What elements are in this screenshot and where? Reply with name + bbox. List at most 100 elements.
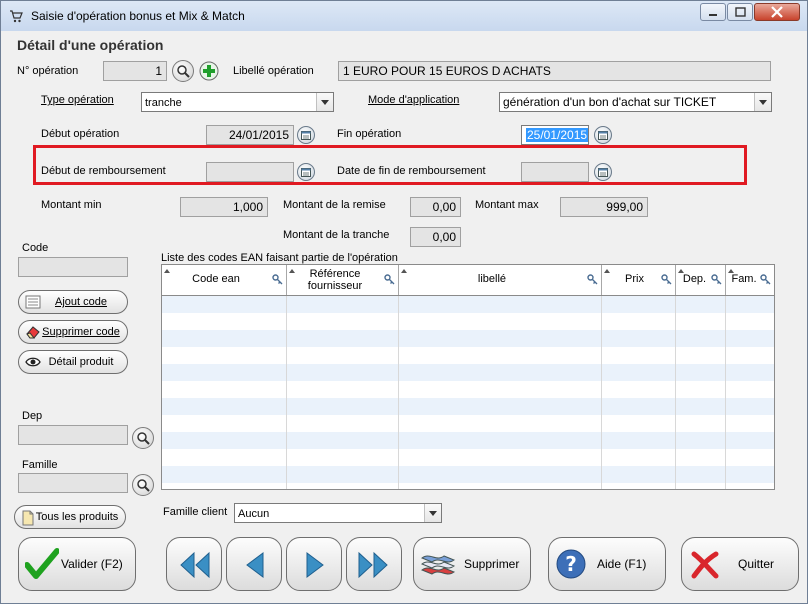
main-window: Saisie d'opération bonus et Mix & Match … <box>0 0 808 604</box>
mode-dropdown-arrow[interactable] <box>754 93 771 111</box>
ean-list-table[interactable]: Code ean Référence fournisseur libellé P… <box>161 264 775 490</box>
type-dropdown-arrow[interactable] <box>316 93 333 111</box>
column-header-label: libellé <box>477 273 507 285</box>
product-detail-button[interactable]: Détail produit <box>18 350 128 374</box>
calendar-icon <box>598 168 608 177</box>
code-field[interactable] <box>18 257 128 277</box>
type-operation-select[interactable]: tranche <box>141 92 334 112</box>
column-header-libelle[interactable]: libellé <box>399 265 602 295</box>
empty-row[interactable] <box>162 330 774 347</box>
dep-field[interactable] <box>18 425 128 445</box>
refund-end-label: Date de fin de remboursement <box>337 165 486 177</box>
amount-tranche-label: Montant de la tranche <box>283 229 390 241</box>
delete-button[interactable]: Supprimer <box>413 537 531 591</box>
empty-row[interactable] <box>162 364 774 381</box>
section-title: Détail d'une opération <box>17 37 164 53</box>
last-record-button[interactable] <box>346 537 402 591</box>
first-record-button[interactable] <box>166 537 222 591</box>
empty-row[interactable] <box>162 296 774 313</box>
end-date-field[interactable]: 25/01/2015 <box>521 125 589 145</box>
key-icon <box>711 274 722 288</box>
add-code-label: Ajout code <box>55 296 107 308</box>
start-date-calendar-button[interactable] <box>297 126 315 144</box>
amount-max-label: Montant max <box>475 199 539 211</box>
column-header-prix[interactable]: Prix <box>602 265 676 295</box>
column-header-reference[interactable]: Référence fournisseur <box>287 265 399 295</box>
calendar-icon <box>301 131 311 140</box>
refund-end-calendar-button[interactable] <box>594 163 612 181</box>
famille-field[interactable] <box>18 473 128 493</box>
famille-client-dropdown-arrow[interactable] <box>424 504 441 522</box>
operation-number-field[interactable]: 1 <box>103 61 167 81</box>
operation-number-label: N° opération <box>17 65 79 77</box>
end-date-calendar-button[interactable] <box>594 126 612 144</box>
key-icon <box>587 274 598 288</box>
column-header-label: Dep. <box>682 273 707 285</box>
amount-max-field[interactable]: 999,00 <box>560 197 648 217</box>
dep-label: Dep <box>22 410 43 422</box>
magnifier-icon <box>177 65 190 78</box>
famille-client-select[interactable]: Aucun <box>234 503 442 523</box>
type-operation-label: Type opération <box>41 94 114 106</box>
end-date-value: 25/01/2015 <box>526 128 588 142</box>
quit-icon <box>690 550 720 583</box>
refund-end-field[interactable] <box>521 162 589 182</box>
key-icon <box>384 274 395 288</box>
search-operation-button[interactable] <box>172 60 194 82</box>
column-divider <box>601 295 602 489</box>
column-divider <box>398 295 399 489</box>
column-divider <box>725 295 726 489</box>
amount-tranche-field[interactable]: 0,00 <box>410 227 461 247</box>
empty-row[interactable] <box>162 398 774 415</box>
minimize-icon <box>709 14 717 16</box>
title-bar[interactable]: Saisie d'opération bonus et Mix & Match <box>1 1 807 31</box>
maximize-button[interactable] <box>727 3 753 21</box>
column-header-code-ean[interactable]: Code ean <box>162 265 287 295</box>
refund-start-field[interactable] <box>206 162 294 182</box>
quit-button[interactable]: Quitter <box>681 537 799 591</box>
key-icon <box>272 274 283 288</box>
column-header-fam[interactable]: Fam. <box>726 265 774 295</box>
help-button[interactable]: ? Aide (F1) <box>548 537 666 591</box>
mode-application-select[interactable]: génération d'un bon d'achat sur TICKET <box>499 92 772 112</box>
add-operation-button[interactable] <box>199 61 219 81</box>
chevron-down-icon <box>759 100 767 105</box>
next-record-button[interactable] <box>286 537 342 591</box>
column-divider <box>286 295 287 489</box>
column-header-label: Fam. <box>731 273 757 285</box>
previous-icon <box>243 550 267 583</box>
key-icon <box>661 274 672 288</box>
column-header-label: Code ean <box>192 273 240 285</box>
flag-icon <box>420 552 456 581</box>
minimize-button[interactable] <box>700 3 726 21</box>
empty-row[interactable] <box>162 432 774 449</box>
search-dep-button[interactable] <box>132 427 154 449</box>
magnifier-icon <box>137 479 150 492</box>
validate-label: Valider (F2) <box>61 557 123 571</box>
cart-icon <box>9 9 23 23</box>
all-products-button[interactable]: Tous les produits <box>14 505 126 529</box>
validate-button[interactable]: Valider (F2) <box>18 537 136 591</box>
add-code-button[interactable]: Ajout code <box>18 290 128 314</box>
famille-client-value: Aucun <box>238 508 270 520</box>
amount-remise-field[interactable]: 0,00 <box>410 197 461 217</box>
mode-application-label: Mode d'application <box>368 94 460 106</box>
calendar-icon <box>598 131 608 140</box>
close-button[interactable] <box>754 3 800 21</box>
refund-start-calendar-button[interactable] <box>297 163 315 181</box>
product-detail-label: Détail produit <box>48 356 114 368</box>
amount-min-field[interactable]: 1,000 <box>180 197 268 217</box>
mode-application-value: génération d'un bon d'achat sur TICKET <box>503 95 717 109</box>
operation-libelle-field[interactable]: 1 EURO POUR 15 EUROS D ACHATS <box>338 61 771 81</box>
magnifier-icon <box>137 432 150 445</box>
column-header-label: Référence fournisseur <box>307 268 363 292</box>
column-header-dep[interactable]: Dep. <box>676 265 726 295</box>
previous-record-button[interactable] <box>226 537 282 591</box>
client-area: Détail d'une opération N° opération 1 Li… <box>8 31 800 597</box>
start-date-field[interactable]: 24/01/2015 <box>206 125 294 145</box>
amount-remise-label: Montant de la remise <box>283 199 386 211</box>
search-famille-button[interactable] <box>132 474 154 496</box>
delete-code-label: Supprimer code <box>42 326 120 338</box>
empty-row[interactable] <box>162 466 774 483</box>
delete-code-button[interactable]: Supprimer code <box>18 320 128 344</box>
